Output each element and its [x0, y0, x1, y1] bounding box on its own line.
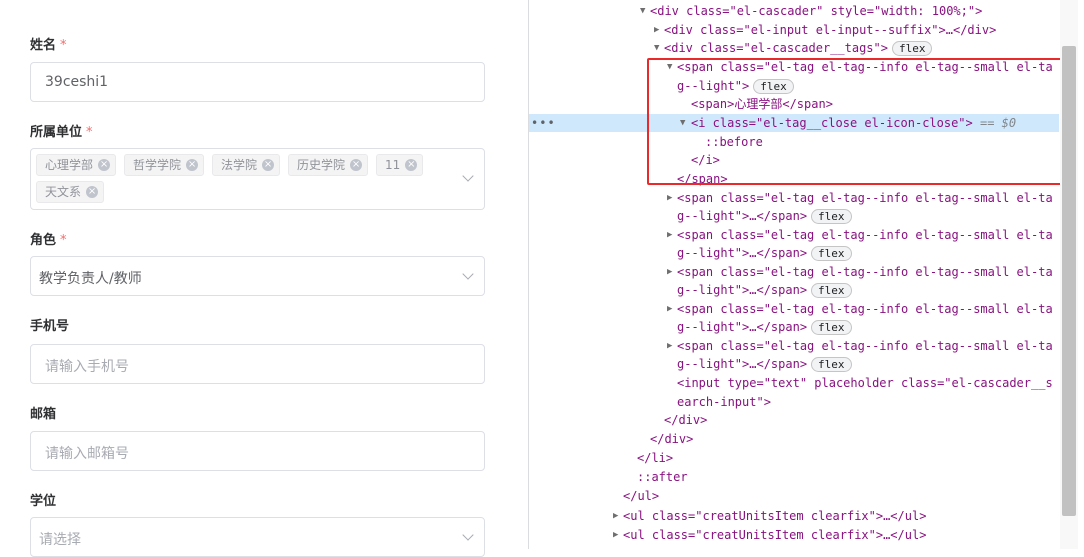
phone-label: 手机号	[30, 319, 70, 334]
dom-line-text: g--light">…</span>	[677, 209, 808, 223]
more-options-icon[interactable]: •••	[531, 116, 556, 130]
chevron-down-icon[interactable]	[462, 268, 474, 280]
chevron-down-icon[interactable]	[462, 170, 474, 182]
tag-close-icon[interactable]: ×	[350, 159, 363, 171]
flex-badge[interactable]: flex	[811, 320, 852, 335]
dom-line[interactable]: <div class="el-cascader__tags"> flex	[664, 39, 933, 57]
flex-badge[interactable]: flex	[811, 209, 852, 224]
dom-line-text: g--light">…</span>	[677, 246, 808, 260]
dom-line[interactable]: g--light">…</span> flex	[677, 281, 852, 299]
dom-line[interactable]: <span class="el-tag el-tag--info el-tag-…	[677, 189, 1053, 207]
dom-line[interactable]: g--light">…</span> flex	[677, 207, 852, 225]
dom-line[interactable]: </div>	[650, 430, 693, 448]
flex-badge[interactable]: flex	[811, 283, 852, 298]
email-label: 邮箱	[30, 407, 57, 422]
required-mark: *	[86, 125, 93, 140]
expanded-triangle-icon[interactable]: ▼	[680, 114, 685, 132]
dom-line[interactable]: ::before	[705, 133, 763, 151]
unit-tag: 11 ×	[376, 154, 424, 176]
unit-label: 所属单位 *	[30, 125, 93, 140]
name-input-value: 39ceshi1	[45, 74, 109, 90]
flex-badge[interactable]: flex	[891, 41, 933, 56]
dom-line[interactable]: </div>	[664, 411, 707, 429]
role-select-value: 教学负责人/教师	[39, 271, 142, 287]
unit-tag: 哲学学院 ×	[124, 154, 205, 176]
collapsed-triangle-icon[interactable]: ▶	[667, 189, 672, 207]
dom-line[interactable]: <input type="text" placeholder class="el…	[677, 374, 1053, 392]
degree-select[interactable]: 请选择	[30, 517, 485, 557]
dom-line[interactable]: g--light">…</span> flex	[677, 318, 852, 336]
dom-line[interactable]: <div class="el-cascader" style="width: 1…	[650, 2, 982, 20]
dom-line[interactable]: g--light">…</span> flex	[677, 355, 852, 373]
dom-line-text: <i class="el-tag__close el-icon-close">	[691, 116, 973, 130]
email-input[interactable]: 请输入邮箱号	[30, 431, 485, 471]
required-mark: *	[60, 38, 67, 53]
degree-label: 学位	[30, 494, 57, 509]
dom-line[interactable]: <span class="el-tag el-tag--info el-tag-…	[677, 58, 1053, 76]
dom-line[interactable]: <span class="el-tag el-tag--info el-tag-…	[677, 226, 1053, 244]
unit-cascader[interactable]: 心理学部 × 哲学学院 × 法学院 × 历史学院 × 11 × 天文系 ×	[30, 148, 485, 210]
chevron-down-icon[interactable]	[462, 529, 474, 541]
role-select[interactable]: 教学负责人/教师	[30, 256, 485, 296]
dom-line[interactable]: <div class="el-input el-input--suffix">……	[664, 21, 996, 39]
dom-line[interactable]: </i>	[691, 151, 720, 169]
devtools-elements-panel: ••• ▼ <div class="el-cascader" style="wi…	[529, 0, 1084, 549]
tag-close-icon[interactable]: ×	[186, 159, 199, 171]
scrollbar-thumb[interactable]	[1062, 46, 1076, 516]
collapsed-triangle-icon[interactable]: ▶	[667, 226, 672, 244]
dom-line-text: g--light">	[677, 79, 750, 93]
collapsed-triangle-icon[interactable]: ▶	[654, 21, 659, 39]
dom-line[interactable]: g--light"> flex	[677, 77, 794, 95]
dom-line-text: g--light">…</span>	[677, 283, 808, 297]
unit-tag: 法学院 ×	[212, 154, 281, 176]
expanded-triangle-icon[interactable]: ▼	[654, 39, 659, 57]
dom-line[interactable]: <span class="el-tag el-tag--info el-tag-…	[677, 300, 1053, 318]
dom-line[interactable]: <span class="el-tag el-tag--info el-tag-…	[677, 337, 1053, 355]
name-label: 姓名 *	[30, 38, 67, 53]
dom-line-text: <div class="el-cascader__tags">	[664, 41, 888, 55]
selected-node-marker: == $0	[980, 116, 1017, 130]
dom-line[interactable]: g--light">…</span> flex	[677, 244, 852, 262]
tag-close-icon[interactable]: ×	[98, 159, 111, 171]
dom-line[interactable]: <span>心理学部</span>	[691, 95, 833, 113]
unit-tag: 天文系 ×	[36, 181, 105, 203]
flex-badge[interactable]: flex	[753, 79, 794, 94]
required-mark: *	[60, 233, 67, 248]
tag-close-icon[interactable]: ×	[86, 186, 99, 198]
dom-line[interactable]: </ul>	[623, 487, 659, 505]
dom-line[interactable]: earch-input">	[677, 393, 771, 411]
tag-close-icon[interactable]: ×	[262, 159, 275, 171]
dom-line[interactable]: <ul class="creatUnitsItem clearfix">…</u…	[623, 507, 926, 525]
dom-line[interactable]: <ul class="creatUnitsItem clearfix">…</u…	[623, 526, 926, 544]
flex-badge[interactable]: flex	[811, 246, 852, 261]
dom-line-text: g--light">…</span>	[677, 320, 808, 334]
phone-input[interactable]: 请输入手机号	[30, 344, 485, 384]
name-input[interactable]: 39ceshi1	[30, 62, 485, 102]
collapsed-triangle-icon[interactable]: ▶	[667, 337, 672, 355]
collapsed-triangle-icon[interactable]: ▶	[667, 263, 672, 281]
collapsed-triangle-icon[interactable]: ▶	[667, 300, 672, 318]
collapsed-triangle-icon[interactable]: ▶	[613, 526, 618, 544]
expanded-triangle-icon[interactable]: ▼	[640, 2, 645, 20]
degree-placeholder: 请选择	[39, 532, 81, 548]
dom-line[interactable]: <span class="el-tag el-tag--info el-tag-…	[677, 263, 1053, 281]
unit-tag: 心理学部 ×	[36, 154, 117, 176]
flex-badge[interactable]: flex	[811, 357, 852, 372]
dom-line[interactable]: <i class="el-tag__close el-icon-close"> …	[691, 114, 1016, 132]
unit-tag: 历史学院 ×	[288, 154, 369, 176]
role-label: 角色 *	[30, 233, 67, 248]
tag-close-icon[interactable]: ×	[405, 159, 418, 171]
user-form: 姓名 * 39ceshi1 所属单位 * 心理学部 × 哲学学院 × 法学院 × 历史学院…	[0, 0, 528, 557]
dom-line[interactable]: </li>	[637, 449, 673, 467]
email-placeholder: 请输入邮箱号	[45, 446, 129, 462]
phone-placeholder: 请输入手机号	[45, 359, 129, 375]
dom-line-text: g--light">…</span>	[677, 357, 808, 371]
dom-line[interactable]: </span>	[677, 170, 728, 188]
collapsed-triangle-icon[interactable]: ▶	[613, 507, 618, 525]
expanded-triangle-icon[interactable]: ▼	[667, 58, 672, 76]
dom-line[interactable]: ::after	[637, 468, 688, 486]
